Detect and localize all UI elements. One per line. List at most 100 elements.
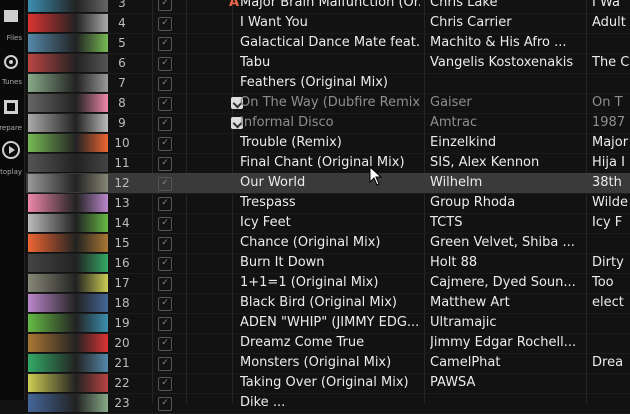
- track-checkbox[interactable]: ✓: [158, 197, 172, 211]
- album-art-thumbnail: [28, 74, 108, 92]
- album-art-thumbnail: [28, 194, 108, 212]
- track-title: On The Way (Dubfire Remix): [240, 95, 420, 110]
- track-checkbox[interactable]: ✓: [158, 217, 172, 231]
- track-checkbox[interactable]: ✓: [158, 257, 172, 271]
- track-title: 1+1=1 (Original Mix): [240, 275, 379, 290]
- track-artist: Green Velvet, Shiba ...: [430, 235, 575, 250]
- track-album: Too: [592, 275, 614, 290]
- track-checkbox[interactable]: ✓: [158, 17, 172, 31]
- album-art-thumbnail: [28, 314, 108, 332]
- album-art-thumbnail: [28, 134, 108, 152]
- track-album: Dirty: [592, 255, 624, 270]
- track-checkbox[interactable]: ✓: [158, 57, 172, 71]
- track-checkbox[interactable]: ✓: [158, 0, 172, 11]
- track-album: On T: [592, 95, 623, 110]
- table-row[interactable]: 3 ✓ A Major Brain Malfunction (Or... Chris L…: [26, 0, 630, 14]
- table-row[interactable]: 16 ✓ Burn It Down Holt 88 Dirty: [26, 253, 630, 274]
- track-album: [592, 313, 630, 333]
- track-artist: Cajmere, Dyed Soun...: [430, 275, 576, 290]
- track-artist: TCTS: [430, 215, 463, 230]
- track-title: Burn It Down: [240, 255, 325, 270]
- table-row[interactable]: 11 ✓ Final Chant (Original Mix) SIS, Alex K…: [26, 153, 630, 174]
- album-art-thumbnail: [28, 214, 108, 232]
- album-art-thumbnail: [28, 94, 108, 112]
- table-row[interactable]: 8 ✓ On The Way (Dubfire Remix) Gaiser On T: [26, 93, 630, 114]
- track-artist: SIS, Alex Kennon: [430, 155, 540, 170]
- table-row[interactable]: 6 ✓ Tabu Vangelis Kostoxenakis The C: [26, 53, 630, 74]
- album-art-thumbnail: [28, 154, 108, 172]
- track-number: 8: [118, 96, 126, 110]
- track-title: Dreamz Come True: [240, 335, 365, 350]
- track-checkbox[interactable]: ✓: [158, 77, 172, 91]
- sidebar-item-autoplay[interactable]: Autoplay: [0, 134, 24, 178]
- table-row[interactable]: 14 ✓ Icy Feet TCTS Icy F: [26, 213, 630, 234]
- track-number: 19: [114, 316, 130, 330]
- table-row[interactable]: 18 ✓ Black Bird (Original Mix) Matthew Art e…: [26, 293, 630, 314]
- track-checkbox[interactable]: ✓: [158, 277, 172, 291]
- track-artist: [430, 73, 580, 93]
- track-number: 12: [114, 176, 130, 190]
- track-checkbox[interactable]: ✓: [158, 377, 172, 391]
- sidebar-item-tunes[interactable]: Tunes: [0, 44, 24, 88]
- track-album: [592, 333, 630, 353]
- track-checkbox[interactable]: ✓: [158, 297, 172, 311]
- track-checkbox[interactable]: ✓: [158, 157, 172, 171]
- track-number: 21: [114, 356, 130, 370]
- table-row[interactable]: 15 ✓ Chance (Original Mix) Green Velvet, Sh…: [26, 233, 630, 254]
- track-title: I Want You: [240, 15, 308, 30]
- track-checkbox[interactable]: ✓: [158, 357, 172, 371]
- track-checkbox[interactable]: ✓: [158, 177, 172, 191]
- track-checkbox[interactable]: ✓: [158, 397, 172, 411]
- track-checkbox[interactable]: ✓: [158, 337, 172, 351]
- track-number: 15: [114, 236, 130, 250]
- track-title: Informal Disco: [240, 115, 334, 130]
- track-number: 3: [118, 0, 126, 10]
- track-checkbox[interactable]: ✓: [158, 317, 172, 331]
- track-checkbox[interactable]: ✓: [158, 137, 172, 151]
- track-title: Major Brain Malfunction (Or...: [240, 0, 420, 10]
- sidebar-item-files[interactable]: Files: [0, 0, 24, 44]
- sidebar: Files Tunes Prepare Autoplay: [0, 0, 25, 400]
- track-artist: Gaiser: [430, 95, 472, 110]
- track-number: 23: [114, 396, 130, 410]
- table-row[interactable]: 7 ✓ Feathers (Original Mix): [26, 73, 630, 94]
- table-row[interactable]: 12 ✓ Our World Wilhelm 38th: [26, 173, 630, 194]
- track-title: Chance (Original Mix): [240, 235, 381, 250]
- table-row[interactable]: 19 ✓ ADEN "WHIP" (JIMMY EDG... Ultramajic: [26, 313, 630, 334]
- album-art-thumbnail: [28, 394, 108, 412]
- track-number: 10: [114, 136, 130, 150]
- track-title: Trouble (Remix): [240, 135, 342, 150]
- track-number: 20: [114, 336, 130, 350]
- track-number: 11: [114, 156, 130, 170]
- album-art-thumbnail: [28, 114, 108, 132]
- track-number: 17: [114, 276, 130, 290]
- table-row[interactable]: 21 ✓ Monsters (Original Mix) CamelPhat Drea: [26, 353, 630, 374]
- table-row[interactable]: 17 ✓ 1+1=1 (Original Mix) Cajmere, Dyed Sou…: [26, 273, 630, 294]
- track-number: 16: [114, 256, 130, 270]
- table-row[interactable]: 9 ✓ Informal Disco Amtrac 1987: [26, 113, 630, 134]
- track-checkbox[interactable]: ✓: [158, 237, 172, 251]
- track-checkbox[interactable]: ✓: [158, 37, 172, 51]
- album-art-thumbnail: [28, 34, 108, 52]
- table-row[interactable]: 23 ✓ Dike ...: [26, 393, 630, 414]
- track-album: I Wa: [592, 0, 620, 10]
- track-album: Icy F: [592, 215, 623, 230]
- tunes-icon: [4, 55, 18, 69]
- album-art-thumbnail: [28, 234, 108, 252]
- album-art-thumbnail: [28, 0, 108, 12]
- table-row[interactable]: 13 ✓ Trespass Group Rhoda Wilde: [26, 193, 630, 214]
- track-title: Dike ...: [240, 395, 286, 410]
- folder-icon: [4, 10, 18, 22]
- table-row[interactable]: 5 ✓ Galactical Dance Mate feat.... Machito …: [26, 33, 630, 54]
- table-row[interactable]: 10 ✓ Trouble (Remix) Einzelkind Major: [26, 133, 630, 154]
- table-row[interactable]: 22 ✓ Taking Over (Original Mix) PAWSA: [26, 373, 630, 394]
- table-row[interactable]: 4 ✓ I Want You Chris Carrier Adult: [26, 13, 630, 34]
- sidebar-item-label: Autoplay: [0, 168, 22, 176]
- table-row[interactable]: 20 ✓ Dreamz Come True Jimmy Edgar Rochell..…: [26, 333, 630, 354]
- track-checkbox[interactable]: ✓: [158, 117, 172, 131]
- track-title: Final Chant (Original Mix): [240, 155, 405, 170]
- sidebar-item-prepare[interactable]: Prepare: [0, 90, 24, 134]
- track-checkbox[interactable]: ✓: [158, 97, 172, 111]
- track-title: Black Bird (Original Mix): [240, 295, 398, 310]
- track-title: Feathers (Original Mix): [240, 75, 388, 90]
